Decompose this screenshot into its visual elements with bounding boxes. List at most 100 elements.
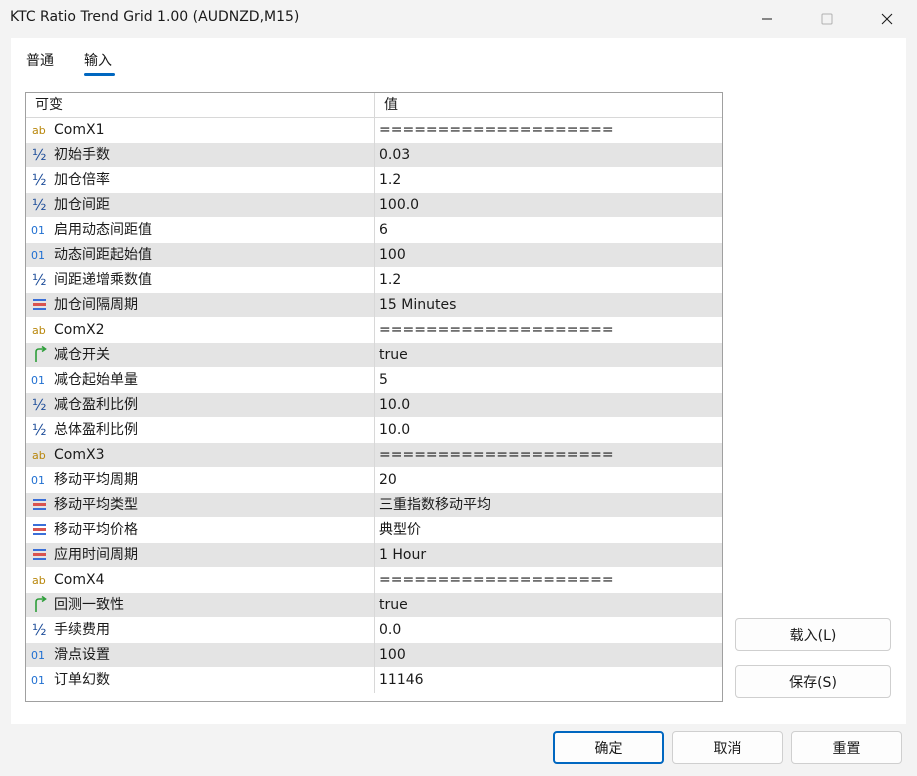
table-row[interactable]: 01 启用动态间距值 6: [26, 218, 722, 243]
grid-header: 可变 值: [26, 93, 722, 118]
row-name: 应用时间周期: [54, 547, 138, 563]
table-row[interactable]: 01 滑点设置 100: [26, 643, 722, 668]
active-tab-indicator: [84, 73, 115, 76]
table-row[interactable]: 01 订单幻数 11146: [26, 668, 722, 693]
bool-icon: [31, 596, 49, 614]
enum-icon: [31, 546, 49, 564]
svg-text:½: ½: [32, 421, 47, 439]
grid-rows: ab ComX1 ==================== ½ 初始手数 0.03 ½ 加仓倍…: [26, 118, 722, 693]
enum-icon: [31, 296, 49, 314]
row-value[interactable]: 典型价: [374, 518, 722, 543]
row-name: 减仓起始单量: [54, 372, 138, 388]
table-row[interactable]: 减仓开关 true: [26, 343, 722, 368]
row-name: ComX1: [54, 122, 105, 138]
row-value[interactable]: ====================: [374, 318, 722, 343]
row-value[interactable]: 11146: [374, 668, 722, 693]
table-row[interactable]: ½ 间距递增乘数值 1.2: [26, 268, 722, 293]
row-value[interactable]: 100: [374, 643, 722, 668]
tab-inputs[interactable]: 输入: [84, 50, 112, 70]
svg-text:½: ½: [32, 196, 47, 214]
row-value[interactable]: 20: [374, 468, 722, 493]
table-row[interactable]: 01 减仓起始单量 5: [26, 368, 722, 393]
row-value[interactable]: 三重指数移动平均: [374, 493, 722, 518]
row-value[interactable]: true: [374, 593, 722, 618]
svg-text:½: ½: [32, 621, 47, 639]
row-value[interactable]: 6: [374, 218, 722, 243]
title-bar: KTC Ratio Trend Grid 1.00 (AUDNZD,M15): [0, 0, 917, 38]
header-value[interactable]: 值: [374, 93, 722, 118]
window-title: KTC Ratio Trend Grid 1.00 (AUDNZD,M15): [10, 9, 300, 25]
fraction-icon: ½: [31, 621, 49, 639]
svg-text:ab: ab: [32, 574, 46, 587]
row-name: 动态间距起始值: [54, 247, 152, 263]
table-row[interactable]: ½ 减仓盈利比例 10.0: [26, 393, 722, 418]
table-row[interactable]: 应用时间周期 1 Hour: [26, 543, 722, 568]
integer-icon: 01: [31, 221, 49, 239]
fraction-icon: ½: [31, 146, 49, 164]
table-row[interactable]: 移动平均价格 典型价: [26, 518, 722, 543]
row-name: 间距递增乘数值: [54, 272, 152, 288]
minimize-button[interactable]: [737, 0, 797, 38]
row-value[interactable]: ====================: [374, 568, 722, 593]
save-button[interactable]: 保存(S): [735, 665, 891, 698]
row-value[interactable]: 1.2: [374, 168, 722, 193]
table-row[interactable]: ab ComX3 ====================: [26, 443, 722, 468]
tab-general[interactable]: 普通: [26, 50, 54, 70]
row-value[interactable]: 15 Minutes: [374, 293, 722, 318]
row-name: ComX4: [54, 572, 105, 588]
integer-icon: 01: [31, 671, 49, 689]
table-row[interactable]: 01 动态间距起始值 100: [26, 243, 722, 268]
maximize-button: [797, 0, 857, 38]
header-name[interactable]: 可变: [26, 93, 374, 118]
table-row[interactable]: ½ 总体盈利比例 10.0: [26, 418, 722, 443]
row-name: 移动平均类型: [54, 497, 138, 513]
row-value[interactable]: 1 Hour: [374, 543, 722, 568]
row-value[interactable]: true: [374, 343, 722, 368]
maximize-icon: [821, 13, 833, 25]
text-icon: ab: [31, 321, 49, 339]
row-name: 加仓倍率: [54, 172, 110, 188]
row-value[interactable]: ====================: [374, 118, 722, 143]
fraction-icon: ½: [31, 196, 49, 214]
fraction-icon: ½: [31, 396, 49, 414]
svg-text:ab: ab: [32, 324, 46, 337]
svg-text:½: ½: [32, 396, 47, 414]
close-button[interactable]: [857, 0, 917, 38]
row-value[interactable]: 100: [374, 243, 722, 268]
load-button[interactable]: 载入(L): [735, 618, 891, 651]
table-row[interactable]: 移动平均类型 三重指数移动平均: [26, 493, 722, 518]
row-value[interactable]: 1.2: [374, 268, 722, 293]
table-row[interactable]: ½ 加仓倍率 1.2: [26, 168, 722, 193]
ok-button[interactable]: 确定: [553, 731, 664, 764]
enum-icon: [31, 496, 49, 514]
row-name: ComX3: [54, 447, 105, 463]
svg-text:½: ½: [32, 271, 47, 289]
table-row[interactable]: 加仓间隔周期 15 Minutes: [26, 293, 722, 318]
row-value[interactable]: 100.0: [374, 193, 722, 218]
svg-text:ab: ab: [32, 124, 46, 137]
table-row[interactable]: 01 移动平均周期 20: [26, 468, 722, 493]
integer-icon: 01: [31, 246, 49, 264]
row-value[interactable]: 10.0: [374, 393, 722, 418]
table-row[interactable]: ab ComX1 ====================: [26, 118, 722, 143]
row-value[interactable]: 0.03: [374, 143, 722, 168]
row-value[interactable]: 0.0: [374, 618, 722, 643]
svg-text:01: 01: [31, 249, 45, 262]
integer-icon: 01: [31, 471, 49, 489]
minimize-icon: [762, 18, 772, 20]
table-row[interactable]: ab ComX2 ====================: [26, 318, 722, 343]
reset-button[interactable]: 重置: [791, 731, 902, 764]
table-row[interactable]: ½ 加仓间距 100.0: [26, 193, 722, 218]
row-value[interactable]: ====================: [374, 443, 722, 468]
cancel-button[interactable]: 取消: [672, 731, 783, 764]
table-row[interactable]: ½ 初始手数 0.03: [26, 143, 722, 168]
row-value[interactable]: 5: [374, 368, 722, 393]
text-icon: ab: [31, 571, 49, 589]
table-row[interactable]: 回测一致性 true: [26, 593, 722, 618]
table-row[interactable]: ab ComX4 ====================: [26, 568, 722, 593]
row-value[interactable]: 10.0: [374, 418, 722, 443]
dialog-content: 普通 输入 可变 值 ab ComX1 ==================== ½ 初…: [11, 38, 906, 724]
row-name: 减仓盈利比例: [54, 397, 138, 413]
close-icon: [881, 13, 893, 25]
table-row[interactable]: ½ 手续费用 0.0: [26, 618, 722, 643]
